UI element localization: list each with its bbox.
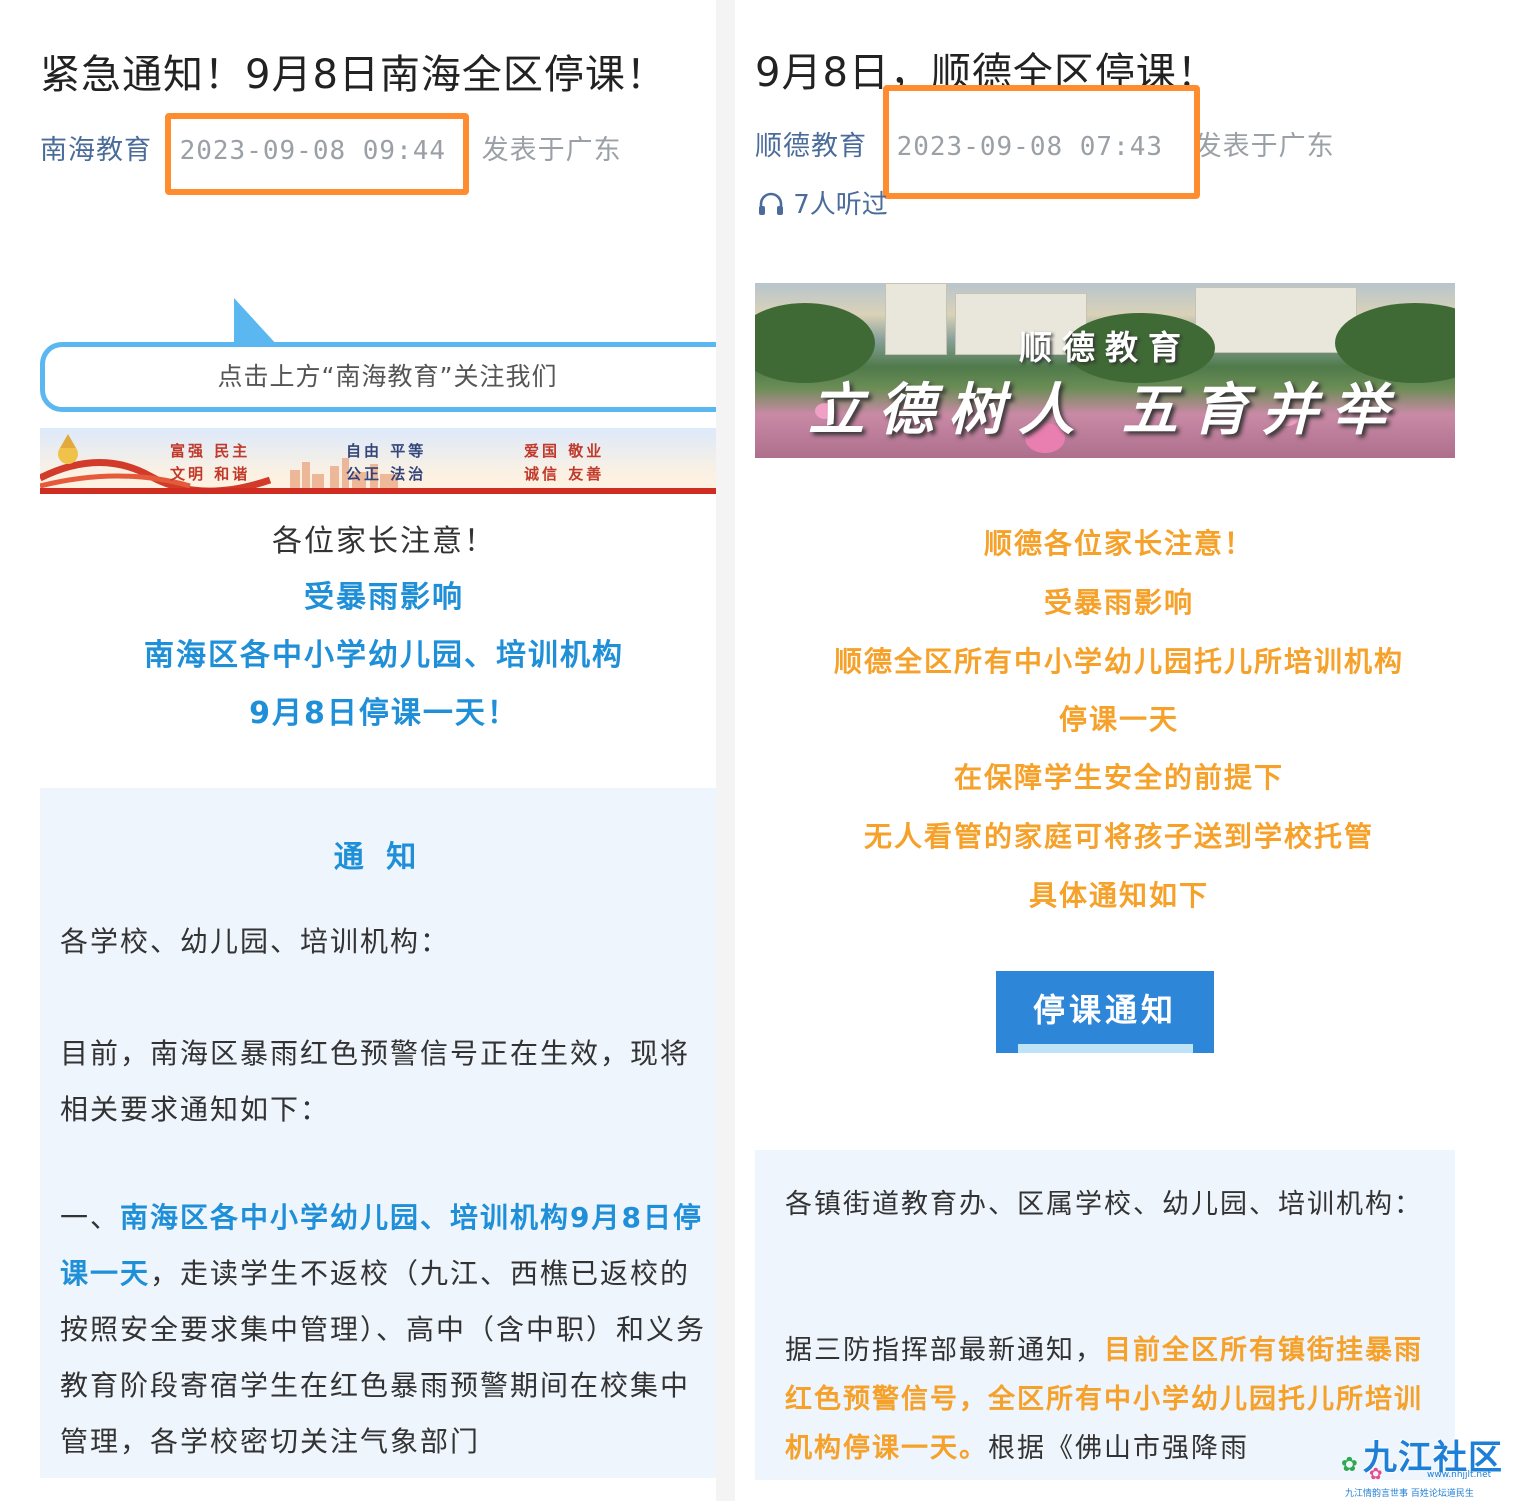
core-values-banner: 富强 民主 文明 和谐 自由 平等 公正 法治 爱国 敬业 诚信 友善 bbox=[40, 428, 716, 494]
headline-institutions: 顺德全区所有中小学幼儿园托儿所培训机构 bbox=[833, 645, 1404, 678]
value-pair-1: 富强 民主 bbox=[170, 442, 251, 460]
headline-details: 具体通知如下 bbox=[1028, 879, 1209, 912]
timestamp-highlight-box bbox=[883, 85, 1200, 199]
value-pair-4: 公正 法治 bbox=[346, 465, 427, 483]
headphones-icon bbox=[759, 192, 783, 215]
follow-us-text: 点击上方“南海教育”关注我们 bbox=[217, 362, 558, 391]
headline-rain: 受暴雨影响 bbox=[304, 580, 464, 615]
shunde-education-banner: 顺德教育 立德树人 五育并举 bbox=[755, 283, 1455, 458]
site-watermark: ✿ ✿ 九江社区 www.nhjjlt.net 九江情韵言世事 百姓论坛道民生 bbox=[1335, 1430, 1505, 1499]
headline-attention: 顺德各位家长注意！ bbox=[983, 527, 1254, 560]
suspension-notice-label: 停课通知 bbox=[1032, 991, 1177, 1029]
headline-safety: 在保障学生安全的前提下 bbox=[953, 761, 1284, 794]
watermark-slogan: 九江情韵言世事 百姓论坛道民生 bbox=[1345, 1489, 1474, 1499]
listen-count-text: 7人听过 bbox=[793, 190, 888, 220]
nanhai-article-panel: 紧急通知！9月8日南海全区停课！ 南海教育 2023-09-08 09:44 发… bbox=[0, 0, 716, 1501]
banner-slogan: 立德树人 五育并举 bbox=[808, 377, 1402, 443]
value-pair-3: 自由 平等 bbox=[346, 442, 427, 460]
headline-custody: 无人看管的家庭可将孩子送到学校托管 bbox=[863, 820, 1374, 853]
p1-rest: 根据《佛山市强降雨 bbox=[988, 1433, 1249, 1464]
notice-item-1: 一、南海区各中小学幼儿园、培训机构9月8日停课一天，走读学生不返校（九江、西樵已… bbox=[60, 1190, 710, 1470]
item1-prefix: 一、 bbox=[60, 1201, 121, 1234]
follow-us-banner[interactable]: 点击上方“南海教育”关注我们 bbox=[40, 342, 716, 412]
account-name-link[interactable]: 顺德教育 bbox=[755, 131, 867, 162]
account-name-link[interactable]: 南海教育 bbox=[40, 135, 152, 166]
value-pair-5: 爱国 敬业 bbox=[524, 442, 605, 460]
notice-salutation: 各学校、幼儿园、培训机构： bbox=[60, 925, 451, 958]
button-underline bbox=[1018, 1044, 1193, 1053]
watermark-url: www.nhjjlt.net bbox=[1427, 1470, 1492, 1480]
values-banner-art bbox=[40, 434, 716, 494]
publish-location: 发表于广东 bbox=[1194, 131, 1335, 162]
headline-institutions: 南海区各中小学幼儿园、培训机构 bbox=[144, 638, 624, 673]
value-pair-6: 诚信 友善 bbox=[524, 465, 605, 483]
follow-pointer-arrow bbox=[234, 298, 278, 346]
item1-rest: ，走读学生不返校（九江、西樵已返校的按照安全要求集中管理）、高中（含中职）和义务… bbox=[60, 1257, 707, 1458]
clover-icon: ✿ bbox=[1341, 1452, 1358, 1476]
headline-suspension: 9月8日停课一天！ bbox=[249, 696, 519, 731]
article-title: 紧急通知！9月8日南海全区停课！ bbox=[40, 52, 667, 98]
listen-count[interactable]: 7人听过 bbox=[757, 184, 888, 221]
suspension-notice-button[interactable]: 停课通知 bbox=[996, 971, 1214, 1053]
shunde-article-panel: 9月8日，顺德全区停课！ 顺德教育 2023-09-08 07:43 发表于广东… bbox=[735, 0, 1513, 1501]
headline-rain: 受暴雨影响 bbox=[1043, 586, 1194, 619]
notice-heading: 通 知 bbox=[333, 840, 423, 875]
notice-intro: 目前，南海区暴雨红色预警信号正在生效，现将相关要求通知如下： bbox=[60, 1037, 691, 1126]
headline-suspension: 停课一天 bbox=[1058, 703, 1179, 736]
headline-attention: 各位家长注意！ bbox=[272, 524, 496, 559]
notice-section: 通 知 各学校、幼儿园、培训机构： 目前，南海区暴雨红色预警信号正在生效，现将相… bbox=[40, 788, 716, 1478]
publish-location: 发表于广东 bbox=[481, 135, 622, 166]
banner-title: 顺德教育 bbox=[1019, 328, 1191, 367]
timestamp-highlight-box bbox=[165, 113, 469, 195]
notice-salutation: 各镇街道教育办、区属学校、幼儿园、培训机构： bbox=[785, 1189, 1423, 1220]
p1-prefix: 据三防指挥部最新通知， bbox=[785, 1335, 1104, 1366]
value-pair-2: 文明 和谐 bbox=[170, 465, 251, 483]
